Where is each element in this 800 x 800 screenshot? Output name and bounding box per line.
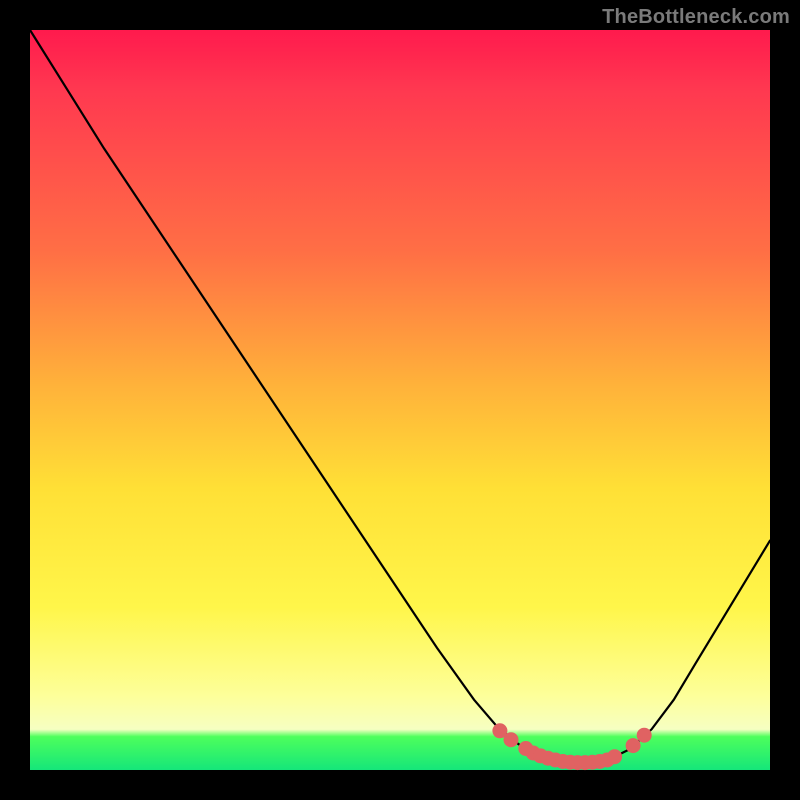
bottleneck-curve [30,30,770,763]
curve-overlay [30,30,770,770]
plot-frame [30,30,770,770]
trough-markers [492,723,651,770]
marker-dot [607,749,622,764]
marker-dot [504,732,519,747]
watermark-text: TheBottleneck.com [602,6,790,29]
marker-dot [637,728,652,743]
marker-dot [626,738,641,753]
